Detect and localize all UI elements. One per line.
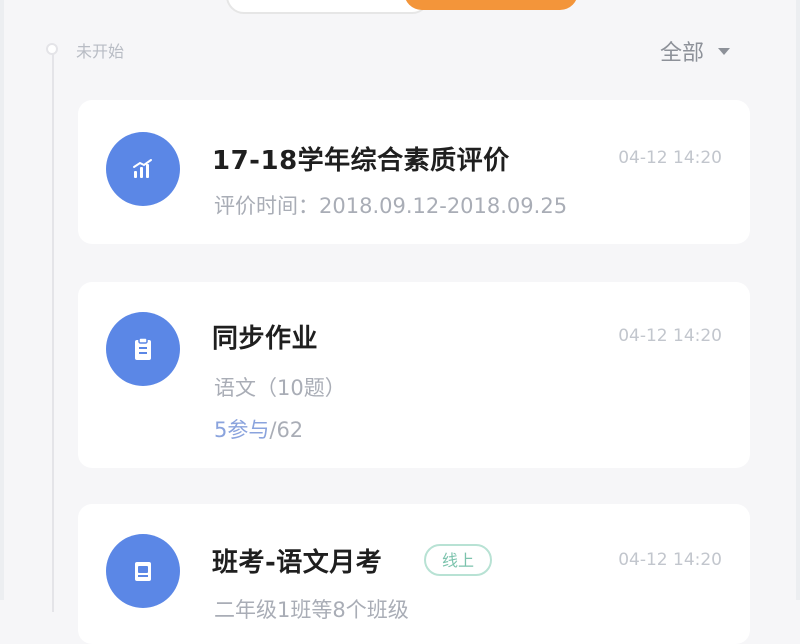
card-title: 同步作业 — [212, 324, 319, 354]
participation-count-highlight: 5参与 — [214, 418, 270, 442]
card-subtitle: 二年级1班等8个班级 — [214, 598, 409, 622]
card-subtitle: 语文（10题） — [214, 376, 346, 400]
exam-icon — [106, 534, 180, 608]
clipboard-icon — [106, 312, 180, 386]
task-card-exam[interactable]: 班考-语文月考 线上 04-12 14:20 二年级1班等8个班级 — [78, 504, 750, 644]
timeline-dot — [46, 43, 58, 55]
card-time: 04-12 14:20 — [618, 148, 722, 168]
card-subtitle: 评价时间：2018.09.12-2018.09.25 — [214, 194, 568, 218]
card-time: 04-12 14:20 — [618, 550, 722, 570]
online-badge: 线上 — [424, 544, 493, 576]
status-label: 未开始 — [76, 42, 125, 61]
window-frame-right — [796, 0, 800, 600]
task-card-homework[interactable]: 同步作业 04-12 14:20 语文（10题） 5参与/62 — [78, 282, 750, 468]
segment-tab-left[interactable] — [226, 0, 430, 14]
card-title: 17-18学年综合素质评价 — [212, 146, 510, 176]
chart-icon — [106, 132, 180, 206]
participation-count-total: /62 — [269, 418, 304, 442]
participation-count: 5参与/62 — [214, 414, 303, 444]
card-title: 班考-语文月考 — [212, 548, 383, 578]
filter-label: 全部 — [660, 41, 705, 66]
timeline-line — [52, 52, 54, 612]
filter-dropdown[interactable]: 全部 — [660, 34, 731, 68]
card-time: 04-12 14:20 — [618, 326, 722, 346]
segment-tab-right-active[interactable] — [404, 0, 578, 10]
task-card-evaluation[interactable]: 17-18学年综合素质评价 04-12 14:20 评价时间：2018.09.1… — [78, 100, 750, 244]
caret-down-icon — [718, 47, 731, 55]
window-frame-left — [0, 0, 4, 600]
